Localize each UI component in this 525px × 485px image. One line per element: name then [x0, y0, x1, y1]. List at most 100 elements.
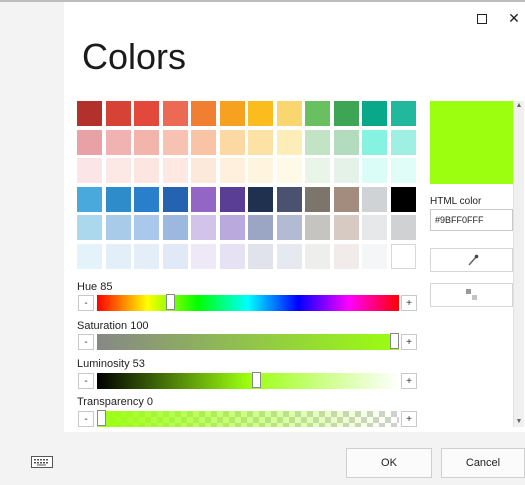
color-swatch[interactable]	[105, 244, 131, 269]
scroll-down-icon[interactable]: ▼	[514, 417, 524, 427]
color-swatch[interactable]	[362, 187, 387, 212]
color-swatch[interactable]	[162, 244, 188, 269]
color-swatch[interactable]	[305, 187, 330, 212]
color-swatch[interactable]	[162, 187, 188, 212]
color-swatch[interactable]	[105, 130, 131, 155]
screen-picker-button[interactable]	[430, 283, 513, 307]
color-swatch[interactable]	[333, 244, 359, 269]
hue-decrease-button[interactable]: -	[78, 295, 94, 311]
color-swatch[interactable]	[248, 215, 273, 240]
luminosity-slider[interactable]	[97, 372, 399, 389]
color-swatch[interactable]	[77, 158, 102, 183]
color-swatch[interactable]	[362, 130, 387, 155]
color-swatch[interactable]	[333, 158, 359, 183]
color-swatch[interactable]	[362, 215, 387, 240]
color-swatch[interactable]	[162, 130, 188, 155]
color-swatch[interactable]	[162, 158, 188, 183]
color-swatch[interactable]	[134, 158, 159, 183]
color-swatch[interactable]	[248, 244, 273, 269]
color-swatch[interactable]	[191, 158, 216, 183]
ok-button[interactable]: OK	[346, 448, 432, 478]
color-swatch[interactable]	[105, 215, 131, 240]
color-swatch[interactable]	[276, 130, 302, 155]
color-swatch[interactable]	[134, 244, 159, 269]
color-swatch[interactable]	[276, 158, 302, 183]
color-swatch[interactable]	[77, 215, 102, 240]
color-swatch[interactable]	[105, 101, 131, 126]
color-swatch[interactable]	[191, 101, 216, 126]
color-swatch[interactable]	[105, 187, 131, 212]
color-swatch[interactable]	[276, 215, 302, 240]
color-swatch[interactable]	[248, 187, 273, 212]
hue-slider-thumb[interactable]	[166, 294, 175, 310]
color-swatch[interactable]	[191, 130, 216, 155]
color-swatch[interactable]	[191, 187, 216, 212]
maximize-button[interactable]	[472, 8, 492, 28]
color-swatch[interactable]	[305, 130, 330, 155]
color-swatch[interactable]	[77, 101, 102, 126]
color-swatch[interactable]	[276, 187, 302, 212]
color-swatch[interactable]	[276, 244, 302, 269]
color-swatch[interactable]	[248, 158, 273, 183]
luminosity-slider-thumb[interactable]	[252, 372, 261, 388]
color-swatch[interactable]	[305, 101, 330, 126]
transparency-label: Transparency 0	[77, 396, 154, 408]
cancel-button[interactable]: Cancel	[441, 448, 525, 478]
saturation-increase-button[interactable]: +	[401, 334, 417, 350]
color-swatch[interactable]	[162, 101, 188, 126]
color-swatch[interactable]	[77, 187, 102, 212]
hue-increase-button[interactable]: +	[401, 295, 417, 311]
transparency-increase-button[interactable]: +	[401, 411, 417, 427]
color-swatch[interactable]	[105, 158, 131, 183]
color-swatch[interactable]	[305, 215, 330, 240]
color-swatch[interactable]	[219, 158, 245, 183]
luminosity-decrease-button[interactable]: -	[78, 373, 94, 389]
color-swatch[interactable]	[219, 215, 245, 240]
eyedropper-button[interactable]	[430, 248, 513, 272]
html-color-input[interactable]: #9BFF0FFF	[430, 209, 513, 231]
color-swatch[interactable]	[333, 130, 359, 155]
scroll-up-icon[interactable]: ▲	[514, 101, 524, 111]
color-swatch[interactable]	[333, 187, 359, 212]
luminosity-increase-button[interactable]: +	[401, 373, 417, 389]
color-swatch[interactable]	[390, 244, 416, 269]
color-swatch[interactable]	[248, 130, 273, 155]
color-swatch[interactable]	[390, 215, 416, 240]
color-swatch[interactable]	[276, 101, 302, 126]
color-swatch[interactable]	[362, 101, 387, 126]
color-swatch[interactable]	[362, 244, 387, 269]
hue-slider[interactable]	[97, 294, 399, 311]
color-swatch[interactable]	[219, 130, 245, 155]
color-swatch[interactable]	[77, 130, 102, 155]
color-swatch[interactable]	[134, 215, 159, 240]
saturation-slider-thumb[interactable]	[390, 333, 399, 349]
color-swatch[interactable]	[362, 158, 387, 183]
color-swatch[interactable]	[77, 244, 102, 269]
saturation-decrease-button[interactable]: -	[78, 334, 94, 350]
color-swatch[interactable]	[305, 244, 330, 269]
color-swatch[interactable]	[219, 187, 245, 212]
transparency-slider[interactable]	[97, 410, 399, 427]
color-swatch[interactable]	[162, 215, 188, 240]
color-swatch[interactable]	[333, 101, 359, 126]
color-swatch[interactable]	[333, 215, 359, 240]
color-swatch[interactable]	[219, 244, 245, 269]
keyboard-icon[interactable]	[31, 456, 53, 468]
transparency-slider-thumb[interactable]	[97, 410, 106, 426]
color-swatch[interactable]	[219, 101, 245, 126]
color-swatch[interactable]	[134, 187, 159, 212]
transparency-decrease-button[interactable]: -	[78, 411, 94, 427]
color-swatch[interactable]	[191, 244, 216, 269]
color-swatch[interactable]	[390, 187, 416, 212]
color-swatch[interactable]	[390, 130, 416, 155]
color-swatch[interactable]	[390, 158, 416, 183]
palette-scrollbar[interactable]: ▲ ▼	[513, 101, 524, 427]
saturation-slider[interactable]	[97, 333, 399, 350]
close-button[interactable]: ✕	[504, 8, 524, 28]
color-swatch[interactable]	[134, 101, 159, 126]
color-swatch[interactable]	[191, 215, 216, 240]
color-swatch[interactable]	[305, 158, 330, 183]
color-swatch[interactable]	[390, 101, 416, 126]
color-swatch[interactable]	[134, 130, 159, 155]
color-swatch[interactable]	[248, 101, 273, 126]
